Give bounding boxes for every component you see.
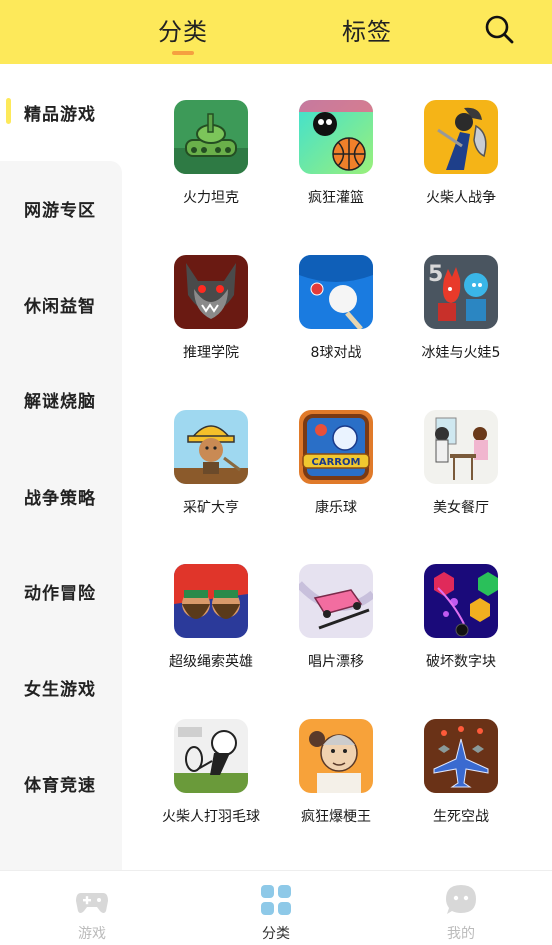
grid-icon (261, 885, 291, 915)
game-grid: 火力坦克 疯狂灌篮 火柴人战争 推理学院 8球对战 5 冰娃与火娃5 采矿大亨 … (130, 64, 552, 870)
fire-ice-icon: 5 (424, 255, 498, 329)
nav-category[interactable]: 分类 (236, 883, 316, 943)
game-card[interactable]: 破坏数字块 (396, 564, 526, 674)
game-card[interactable]: 疯狂灌篮 (271, 100, 401, 210)
game-card[interactable]: 疯狂爆梗王 (271, 719, 401, 829)
sidebar-item-strategy[interactable]: 战争策略 (24, 484, 120, 509)
tab-category[interactable]: 分类 (158, 12, 208, 47)
sidebar-item-puzzle[interactable]: 解谜烧脑 (24, 387, 120, 412)
badminton-icon (174, 719, 248, 793)
nav-profile-label: 我的 (447, 926, 475, 942)
game-name: 8球对战 (310, 345, 362, 361)
sidebar-item-casual[interactable]: 休闲益智 (24, 292, 120, 317)
game-card[interactable]: 唱片漂移 (271, 564, 401, 674)
category-sidebar: 精品游戏 网游专区 休闲益智 解谜烧脑 战争策略 动作冒险 女生游戏 体育竞速 (0, 64, 122, 870)
basketball-icon (299, 100, 373, 174)
game-name: 火柴人打羽毛球 (162, 809, 260, 825)
game-name: 火柴人战争 (426, 190, 496, 206)
game-name: 康乐球 (315, 500, 357, 516)
sidebar-item-featured[interactable]: 精品游戏 (24, 100, 120, 125)
rope-hero-icon (174, 564, 248, 638)
sidebar-item-online[interactable]: 网游专区 (24, 196, 120, 221)
tank-icon (174, 100, 248, 174)
drift-car-icon (296, 564, 376, 638)
game-card[interactable]: 推理学院 (146, 255, 276, 365)
nav-profile[interactable]: 我的 (421, 883, 501, 943)
billiards-icon (299, 255, 373, 331)
sidebar-item-sports[interactable]: 体育竞速 (24, 771, 120, 796)
game-name: 疯狂灌篮 (308, 190, 364, 206)
game-card[interactable]: 火柴人战争 (396, 100, 526, 210)
active-tab-indicator (172, 51, 194, 55)
game-card[interactable]: 火柴人打羽毛球 (146, 719, 276, 829)
restaurant-icon (424, 410, 498, 484)
game-card[interactable]: 超级绳索英雄 (146, 564, 276, 674)
tab-tags[interactable]: 标签 (342, 12, 392, 47)
game-name: 采矿大亨 (183, 500, 239, 516)
active-category-indicator (6, 98, 11, 124)
game-name: 冰娃与火娃5 (421, 345, 501, 361)
miner-icon (174, 410, 248, 484)
level-number: 5 (428, 262, 443, 287)
air-combat-icon (424, 719, 498, 793)
carrom-logo-text: CARROM (312, 457, 361, 468)
spartan-icon (424, 100, 498, 174)
game-name: 推理学院 (183, 345, 239, 361)
game-card[interactable]: 8球对战 (271, 255, 401, 365)
game-name: 唱片漂移 (308, 654, 364, 670)
game-card[interactable]: 采矿大亨 (146, 410, 276, 520)
sidebar-background (0, 161, 122, 870)
top-header: 分类 标签 (0, 0, 552, 64)
profile-icon (446, 885, 476, 914)
werewolf-icon (174, 255, 248, 329)
game-card[interactable]: 美女餐厅 (396, 410, 526, 520)
search-icon[interactable] (484, 14, 514, 44)
number-blocks-icon (424, 564, 498, 638)
sidebar-item-action[interactable]: 动作冒险 (24, 579, 120, 604)
gamepad-icon (76, 893, 108, 913)
game-card[interactable]: CARROM 康乐球 (271, 410, 401, 520)
game-name: 破坏数字块 (426, 654, 496, 670)
meme-king-icon (299, 719, 373, 793)
nav-games[interactable]: 游戏 (52, 883, 132, 943)
game-card[interactable]: 生死空战 (396, 719, 526, 829)
bottom-navigation: 游戏 分类 我的 (0, 870, 552, 945)
game-name: 超级绳索英雄 (169, 654, 253, 670)
sidebar-item-girls[interactable]: 女生游戏 (24, 675, 120, 700)
game-card[interactable]: 火力坦克 (146, 100, 276, 210)
game-name: 生死空战 (433, 809, 489, 825)
carrom-icon: CARROM (299, 410, 373, 484)
game-card[interactable]: 5 冰娃与火娃5 (396, 255, 526, 365)
game-name: 疯狂爆梗王 (301, 809, 371, 825)
nav-category-label: 分类 (262, 926, 290, 942)
game-name: 火力坦克 (183, 190, 239, 206)
nav-games-label: 游戏 (78, 926, 106, 942)
game-name: 美女餐厅 (433, 500, 489, 516)
